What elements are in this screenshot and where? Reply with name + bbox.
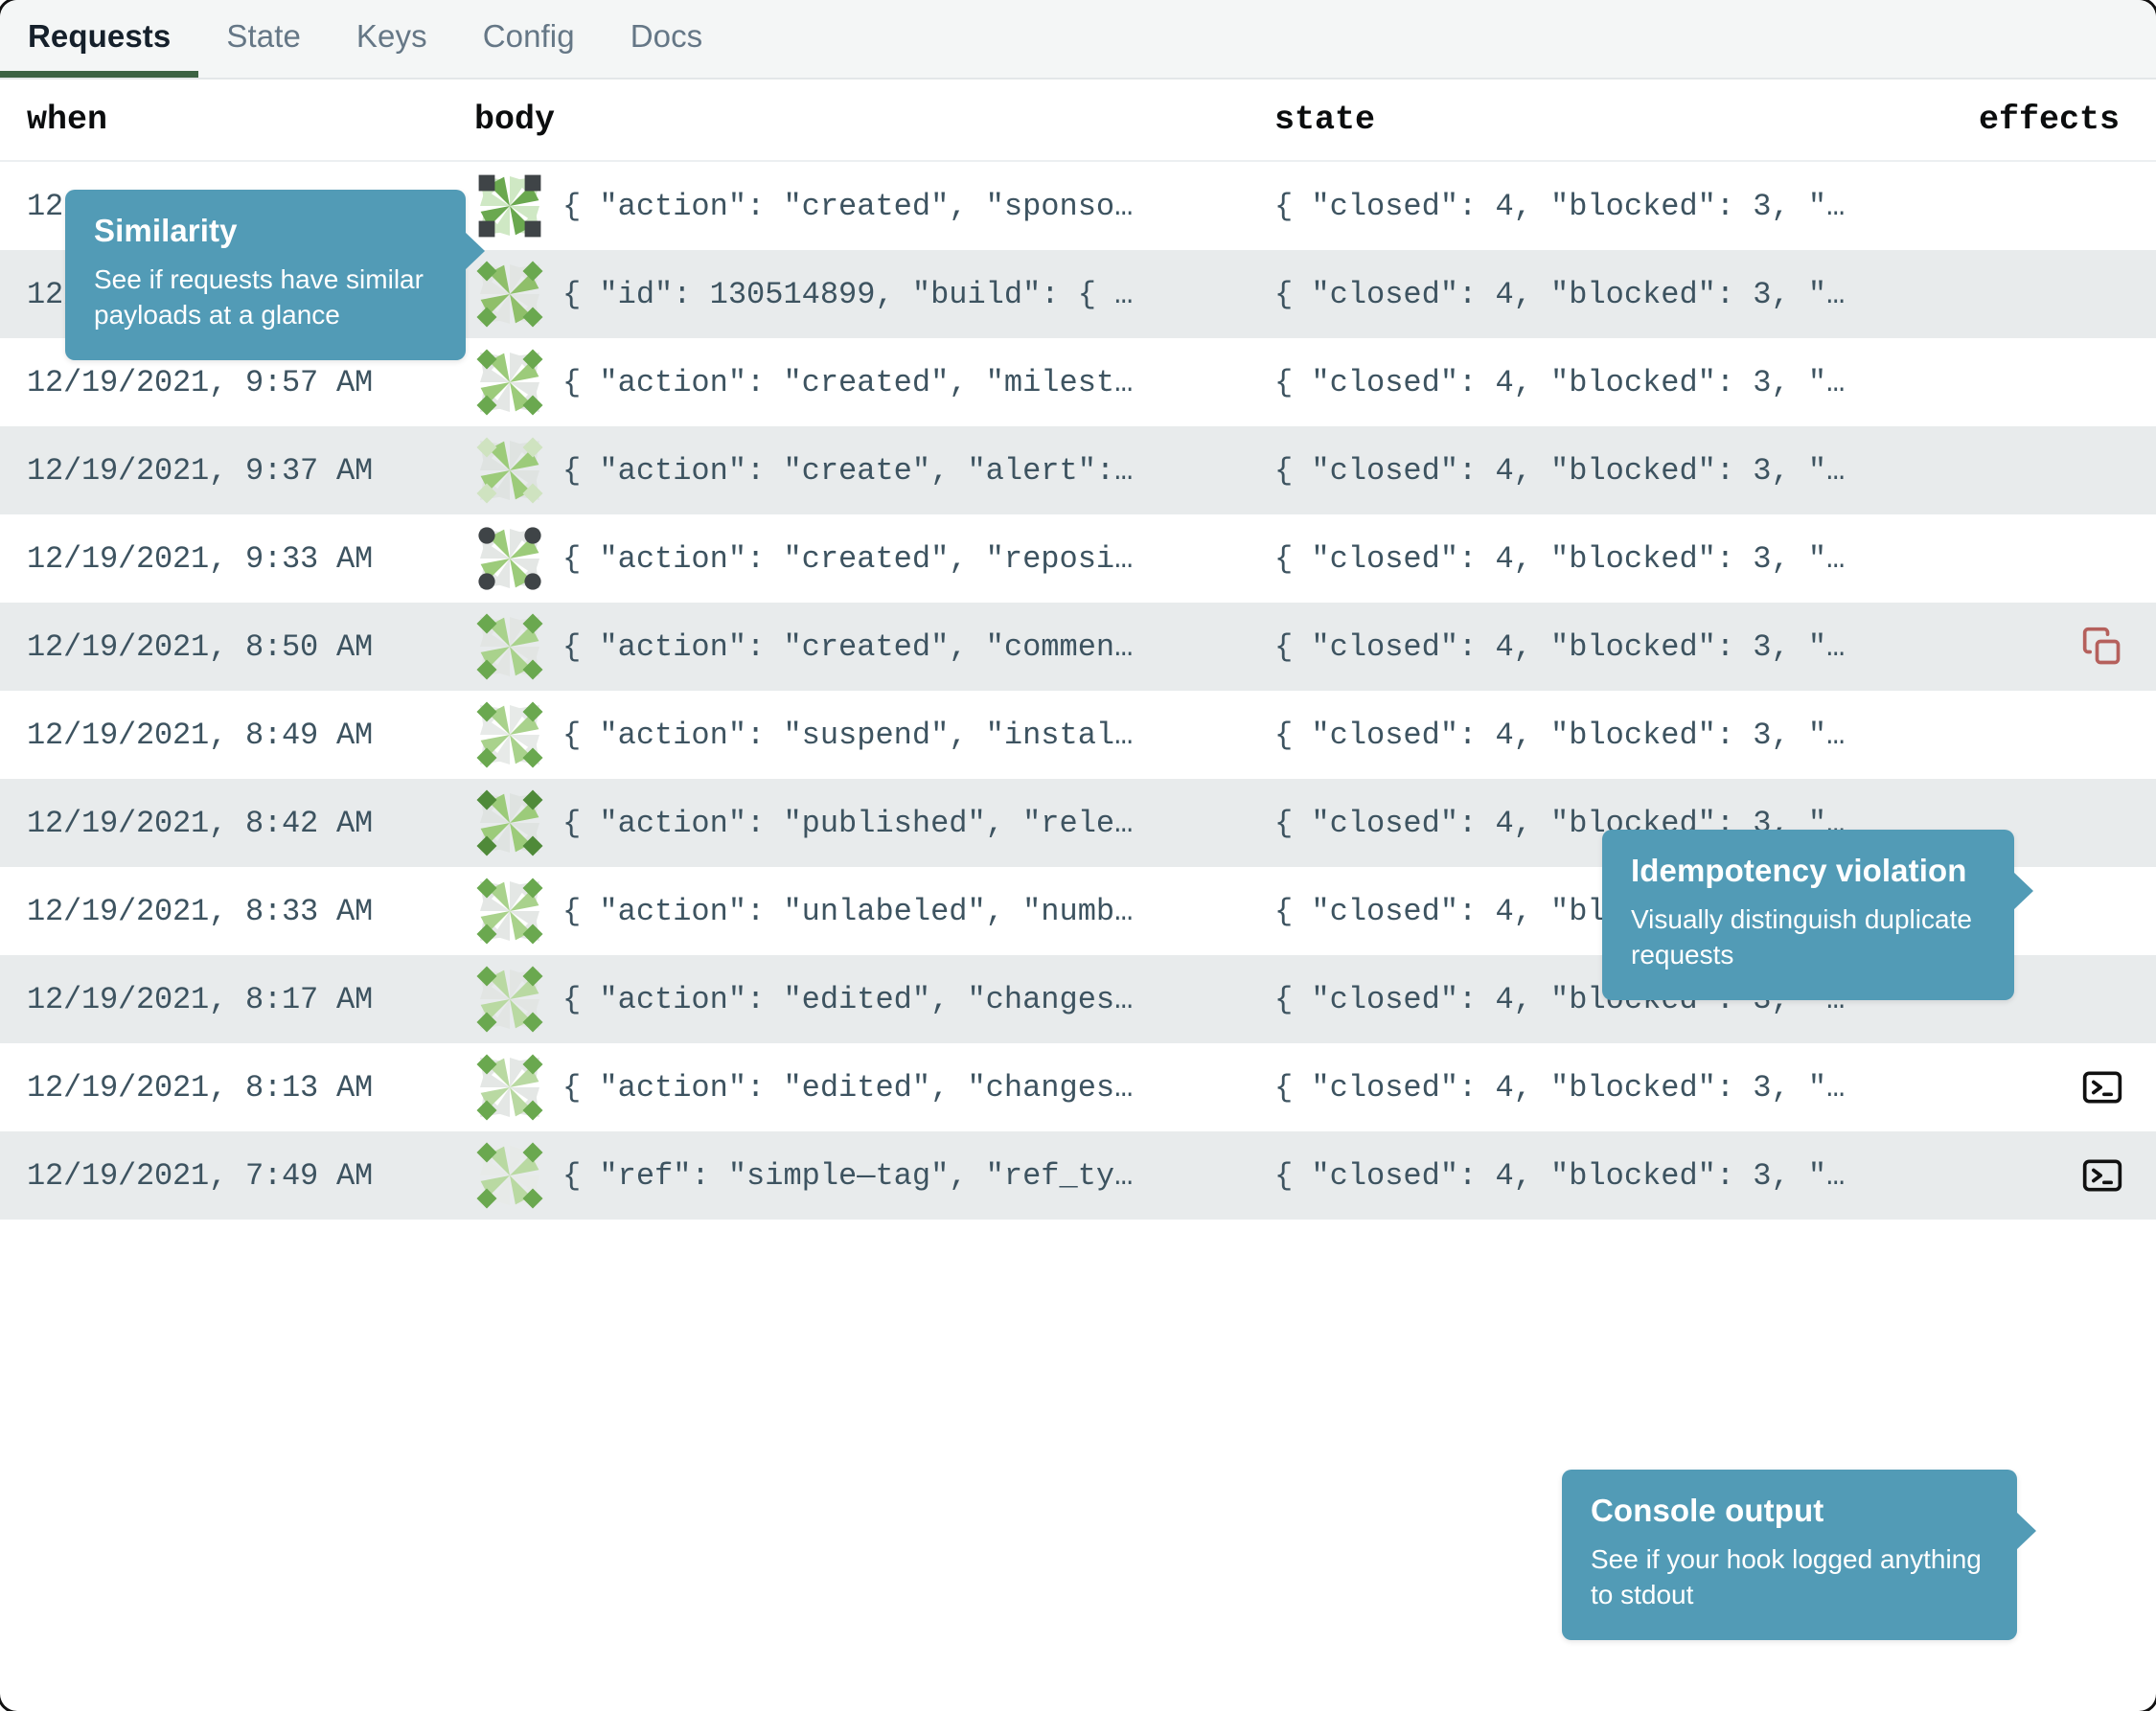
terminal-icon[interactable] xyxy=(2081,1154,2123,1197)
cell-body-text: { "action": "suspend", "instal… xyxy=(562,717,1134,753)
tab-docs[interactable]: Docs xyxy=(603,0,731,76)
table-row[interactable]: 12/19/2021, 9:37 AM { "action": "create",… xyxy=(0,426,2156,514)
similarity-identicon-icon xyxy=(474,1140,545,1211)
app-window: Requests State Keys Config Docs when body st… xyxy=(0,0,2156,1711)
cell-body: { "action": "unlabeled", "numb… xyxy=(474,876,1274,947)
cell-state: { "closed": 4, "blocked": 3, "… xyxy=(1274,276,1846,312)
cell-when: 12/19/2021, 7:49 AM xyxy=(27,1157,374,1194)
tooltip-console-title: Console output xyxy=(1591,1493,1824,1528)
cell-when: 12/19/2021, 9:37 AM xyxy=(27,452,374,489)
cell-effects xyxy=(1849,1154,2156,1197)
column-header-effects[interactable]: effects xyxy=(1849,101,2156,139)
column-header-state[interactable]: state xyxy=(1274,101,1849,139)
cell-state: { "closed": 4, "blocked": 3, "… xyxy=(1274,1069,1846,1106)
tooltip-idempotency-title: Idempotency violation xyxy=(1631,853,1967,888)
cell-body: { "action": "edited", "changes… xyxy=(474,964,1274,1035)
cell-state: { "closed": 4, "blocked": 3, "… xyxy=(1274,628,1846,665)
similarity-identicon-icon xyxy=(474,611,545,682)
cell-effects xyxy=(1849,1066,2156,1108)
cell-body-text: { "action": "edited", "changes… xyxy=(562,981,1134,1017)
cell-body-text: { "action": "created", "milest… xyxy=(562,364,1134,400)
cell-body: { "ref": "simple—tag", "ref_ty… xyxy=(474,1140,1274,1211)
tooltip-arrow-icon xyxy=(465,232,485,270)
cell-when: 12/19/2021, 8:49 AM xyxy=(27,717,374,753)
cell-effects xyxy=(1849,626,2156,668)
table-row[interactable]: 12/19/2021, 8:13 AM { "action": "edited",… xyxy=(0,1043,2156,1131)
cell-when: 12/19/2021, 8:42 AM xyxy=(27,805,374,841)
cell-body-text: { "action": "edited", "changes… xyxy=(562,1069,1134,1106)
cell-body: { "action": "created", "sponso… xyxy=(474,171,1274,241)
similarity-identicon-icon xyxy=(474,259,545,330)
cell-body: { "action": "edited", "changes… xyxy=(474,1052,1274,1123)
table-row[interactable]: 12/19/2021, 7:49 AM { "ref": "simple—tag"… xyxy=(0,1131,2156,1220)
cell-state: { "closed": 4, "blocked": 3, "… xyxy=(1274,1157,1846,1194)
similarity-identicon-icon xyxy=(474,435,545,506)
duplicate-icon[interactable] xyxy=(2081,626,2123,668)
table-row[interactable]: 12/19/2021, 9:33 AM { "action": "created"… xyxy=(0,514,2156,603)
tab-keys[interactable]: Keys xyxy=(329,0,455,76)
cell-body-text: { "action": "create", "alert":… xyxy=(562,452,1134,489)
table-header-row: when body state effects xyxy=(0,80,2156,162)
cell-when: 12/19/2021, 8:33 AM xyxy=(27,893,374,929)
tooltip-similarity: Similarity See if requests have similar … xyxy=(65,190,485,360)
cell-body-text: { "action": "created", "sponso… xyxy=(562,188,1134,224)
similarity-identicon-icon xyxy=(474,964,545,1035)
tab-config[interactable]: Config xyxy=(455,0,603,76)
cell-body: { "action": "suspend", "instal… xyxy=(474,699,1274,770)
column-header-body[interactable]: body xyxy=(474,101,1274,139)
similarity-identicon-icon xyxy=(474,787,545,858)
cell-body: { "action": "created", "commen… xyxy=(474,611,1274,682)
cell-body-text: { "ref": "simple—tag", "ref_ty… xyxy=(562,1157,1134,1194)
cell-state: { "closed": 4, "blocked": 3, "… xyxy=(1274,188,1846,224)
tooltip-arrow-icon xyxy=(2016,1512,2036,1550)
table-row[interactable]: 12/19/2021, 8:50 AM { "action": "created"… xyxy=(0,603,2156,691)
tooltip-similarity-title: Similarity xyxy=(94,213,238,248)
cell-when: 12/19/2021, 9:57 AM xyxy=(27,364,374,400)
terminal-icon[interactable] xyxy=(2081,1066,2123,1108)
similarity-identicon-icon xyxy=(474,347,545,418)
cell-body: { "id": 130514899, "build": { … xyxy=(474,259,1274,330)
cell-body-text: { "action": "published", "rele… xyxy=(562,805,1134,841)
cell-body-text: { "action": "created", "reposi… xyxy=(562,540,1134,577)
cell-body: { "action": "create", "alert":… xyxy=(474,435,1274,506)
cell-body-text: { "action": "created", "commen… xyxy=(562,628,1134,665)
cell-state: { "closed": 4, "blocked": 3, "… xyxy=(1274,364,1846,400)
tab-bar: Requests State Keys Config Docs xyxy=(0,0,2156,80)
tooltip-similarity-body: See if requests have similar payloads at… xyxy=(94,263,424,330)
cell-body: { "action": "created", "reposi… xyxy=(474,523,1274,594)
similarity-identicon-icon xyxy=(474,171,545,241)
cell-body: { "action": "published", "rele… xyxy=(474,787,1274,858)
cell-body-text: { "action": "unlabeled", "numb… xyxy=(562,893,1134,929)
similarity-identicon-icon xyxy=(474,523,545,594)
similarity-identicon-icon xyxy=(474,876,545,947)
column-header-when[interactable]: when xyxy=(0,101,474,139)
tooltip-console: Console output See if your hook logged a… xyxy=(1562,1470,2036,1640)
tooltip-console-body: See if your hook logged anything to stdo… xyxy=(1591,1543,1982,1609)
similarity-identicon-icon xyxy=(474,699,545,770)
cell-when: 12/19/2021, 9:33 AM xyxy=(27,540,374,577)
cell-state: { "closed": 4, "blocked": 3, "… xyxy=(1274,717,1846,753)
cell-when: 12/19/2021, 8:50 AM xyxy=(27,628,374,665)
cell-state: { "closed": 4, "blocked": 3, "… xyxy=(1274,540,1846,577)
cell-body: { "action": "created", "milest… xyxy=(474,347,1274,418)
tooltip-idempotency: Idempotency violation Visually distingui… xyxy=(1602,830,2033,1000)
similarity-identicon-icon xyxy=(474,1052,545,1123)
tooltip-idempotency-body: Visually distinguish duplicate requests xyxy=(1631,903,1972,970)
cell-body-text: { "id": 130514899, "build": { … xyxy=(562,276,1134,312)
cell-state: { "closed": 4, "blocked": 3, "… xyxy=(1274,452,1846,489)
tab-state[interactable]: State xyxy=(198,0,329,76)
tab-requests[interactable]: Requests xyxy=(0,0,199,78)
table-row[interactable]: 12/19/2021, 8:49 AM { "action": "suspend"… xyxy=(0,691,2156,779)
cell-when: 12/19/2021, 8:17 AM xyxy=(27,981,374,1017)
cell-when: 12/19/2021, 8:13 AM xyxy=(27,1069,374,1106)
tooltip-arrow-icon xyxy=(2013,872,2033,910)
